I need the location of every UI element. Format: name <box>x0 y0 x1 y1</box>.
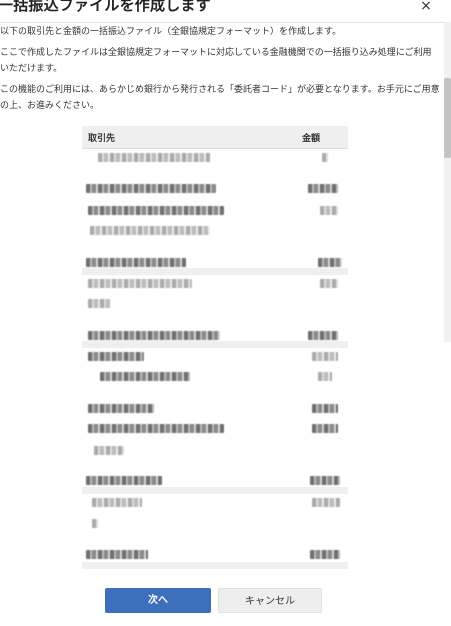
description-paragraph-2: ここで作成したファイルは全銀協規定フォーマットに対応している金融機関での一括振り… <box>0 48 432 74</box>
close-icon[interactable]: × <box>417 0 435 15</box>
redacted-partner-address <box>88 352 144 361</box>
redacted-amount <box>308 331 338 340</box>
redacted-partner-name <box>86 184 216 193</box>
redacted-amount <box>312 424 338 433</box>
dialog-title: 一括振込ファイルを作成します <box>0 0 211 14</box>
create-bulk-transfer-dialog: 一括振込ファイルを作成します × 以下の取引先と金額の一括振込ファイル（全銀協規… <box>0 0 451 626</box>
redacted-partner-address <box>88 424 224 433</box>
redacted-amount <box>318 258 342 267</box>
redacted-partner-detail <box>100 372 190 381</box>
redacted-partner-address <box>88 279 192 288</box>
redacted-partner-detail <box>90 226 210 235</box>
redacted-amount <box>322 153 328 162</box>
redacted-amount <box>308 184 338 193</box>
redacted-amount <box>310 550 340 559</box>
redacted-amount <box>320 279 338 288</box>
column-header-partner: 取引先 <box>88 134 116 144</box>
column-header-amount: 金額 <box>301 134 320 144</box>
table-row-separator <box>82 341 348 348</box>
redacted-partner-address <box>92 498 142 507</box>
table-header: 取引先 金額 <box>82 126 348 149</box>
redacted-partner-name <box>88 331 220 340</box>
redacted-amount <box>320 206 338 215</box>
cancel-button[interactable]: キャンセル <box>218 588 322 613</box>
redacted-amount <box>318 372 332 381</box>
redacted-partner-name <box>86 476 162 485</box>
title-divider <box>0 22 451 23</box>
table-row-separator <box>82 562 348 569</box>
dialog-scrollbar-thumb[interactable] <box>444 78 451 158</box>
table-row-separator <box>82 268 348 275</box>
description-paragraph-1: 以下の取引先と金額の一括振込ファイル（全銀協規定フォーマット）を作成します。 <box>0 27 342 37</box>
redacted-partner-detail <box>94 446 124 455</box>
redacted-partner-name <box>86 258 186 267</box>
redacted-amount <box>312 498 340 507</box>
redacted-amount <box>310 476 340 485</box>
redacted-partner-name <box>86 550 148 559</box>
redacted-partner-name <box>98 153 210 162</box>
description-paragraph-3: この機能のご利用には、あらかじめ銀行から発行される「委託者コード」が必要となりま… <box>0 85 440 111</box>
redacted-partner-detail <box>88 299 110 308</box>
next-button[interactable]: 次へ <box>105 588 211 613</box>
redacted-partner-address <box>88 206 224 215</box>
redacted-amount <box>312 352 338 361</box>
transfer-table: 取引先 金額 <box>82 126 348 570</box>
redacted-amount <box>312 404 338 413</box>
dialog-scrollbar-track[interactable] <box>444 22 451 342</box>
redacted-partner-detail <box>92 519 98 528</box>
table-row-separator <box>82 487 348 494</box>
redacted-partner-name <box>88 404 154 413</box>
